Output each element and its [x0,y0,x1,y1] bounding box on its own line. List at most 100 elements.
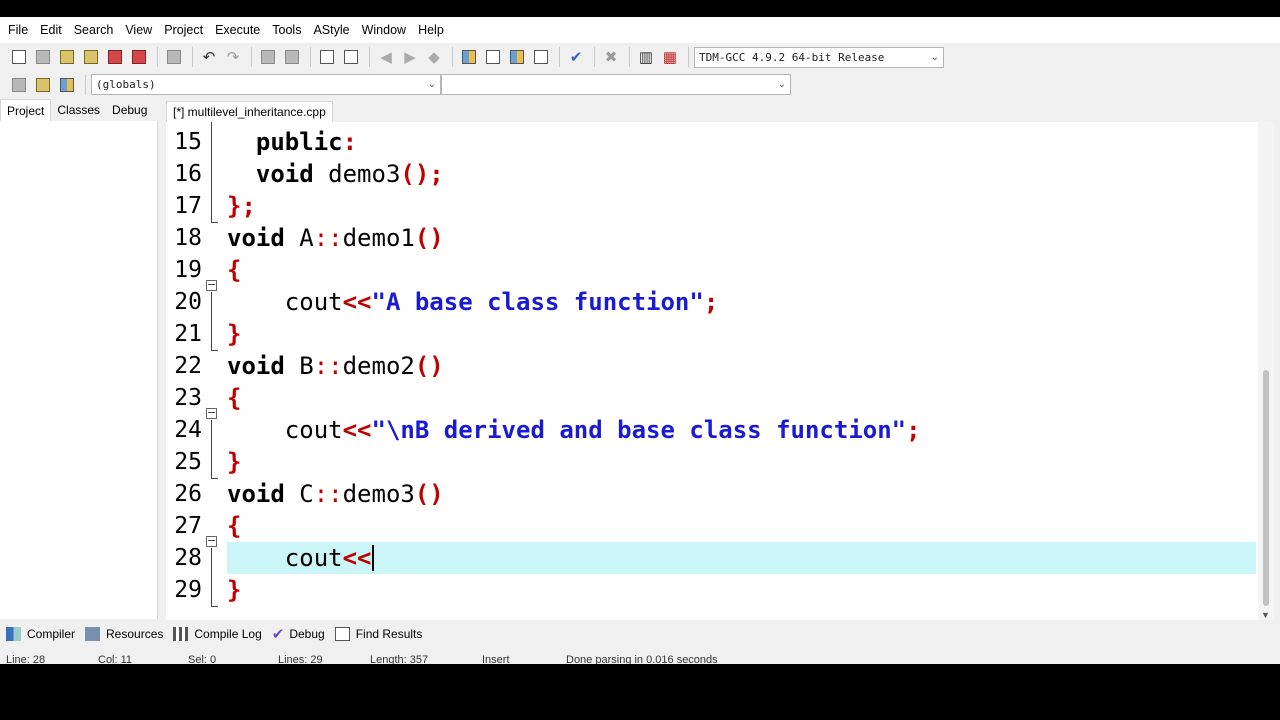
fold-line [211,420,212,478]
ide-window: File Edit Search View Project Execute To… [0,17,1280,664]
tab-classes[interactable]: Classes [51,99,106,121]
status-lines: Lines: 29 [278,655,323,664]
symbol: :: [313,480,343,508]
chevron-down-icon: ⌄ [427,79,436,90]
symbol: << [342,288,372,316]
menu-edit[interactable]: Edit [34,17,68,43]
keyword: public [255,128,343,156]
fold-collapse-icon[interactable]: − [206,535,217,547]
find-icon[interactable] [257,46,279,68]
chart-icon[interactable]: ▥ [635,46,657,68]
bar-chart-icon [173,627,189,641]
menu-file[interactable]: File [2,17,34,43]
unindent-icon[interactable] [340,46,362,68]
globals-select[interactable]: (globals) ⌄ [91,74,441,95]
undo-icon[interactable]: ↶ [198,46,220,68]
project-tree[interactable] [0,121,158,619]
menu-view[interactable]: View [119,17,158,43]
compiler-select[interactable]: TDM-GCC 4.9.2 64-bit Release ⌄ [694,46,944,68]
rebuild-icon[interactable] [530,46,552,68]
menu-search[interactable]: Search [68,17,120,43]
symbol: { [227,384,242,412]
bookmark-icon[interactable]: ◆ [423,46,445,68]
tab-resources[interactable]: Resources [85,627,163,641]
fold-margin: − − − [206,122,224,620]
code-editor[interactable]: 15 16 17 18 19 20 21 22 23 24 25 26 27 2… [166,122,1274,620]
insert-icon[interactable] [8,74,30,96]
compile-icon[interactable] [458,46,480,68]
fold-end-marker [211,606,218,607]
status-bar: Line: 28 Col: 11 Sel: 0 Lines: 29 Length… [0,655,1280,664]
check-icon[interactable]: ✔ [565,46,587,68]
menu-execute[interactable]: Execute [209,17,266,43]
string-literal: "A base class function" [371,288,704,316]
tab-debug-output[interactable]: ✔ Debug [272,627,325,642]
toolbar-separator [559,47,560,67]
line-number: 21 [174,321,202,347]
current-code-line[interactable]: cout<< [227,542,1256,574]
menu-tools[interactable]: Tools [266,17,307,43]
chevron-down-icon: ⌄ [777,79,786,90]
run-icon[interactable] [482,46,504,68]
scrollbar-thumb[interactable] [1263,370,1269,606]
class-toolbar: (globals) ⌄ ⌄ [0,71,1280,98]
indent-icon[interactable] [316,46,338,68]
tab-project[interactable]: Project [0,99,52,121]
line-number: 23 [174,385,202,411]
identifier: demo3 [313,160,401,188]
fold-collapse-icon[interactable]: − [206,279,217,291]
line-number-gutter: 15 16 17 18 19 20 21 22 23 24 25 26 27 2… [166,122,206,620]
symbol: ; [241,192,256,220]
menu-help[interactable]: Help [412,17,450,43]
tab-compile-log[interactable]: Compile Log [173,627,262,641]
goto-icon[interactable] [32,74,54,96]
menu-project[interactable]: Project [158,17,209,43]
code-line: cout<<"A base class function"; [227,286,1256,318]
save-all-icon[interactable] [80,46,102,68]
stop-icon[interactable]: ✖ [600,46,622,68]
close-all-icon[interactable] [128,46,150,68]
redo-icon[interactable]: ↷ [222,46,244,68]
fold-end-marker [211,222,218,223]
symbol-select[interactable]: ⌄ [441,74,791,95]
line-number: 17 [174,193,202,219]
status-message: Done parsing in 0.016 seconds [566,655,718,664]
open-file-icon[interactable] [32,46,54,68]
symbol: } [227,576,242,604]
print-icon[interactable] [163,46,185,68]
forward-icon[interactable]: ▶ [399,46,421,68]
toolbar-separator [629,47,630,67]
code-line: public: [227,126,1256,158]
symbol: (); [400,160,444,188]
fold-collapse-icon[interactable]: − [206,407,217,419]
code-line: } [227,446,1256,478]
code-line: void A::demo1() [227,222,1256,254]
code-area[interactable]: public: void demo3(); }; void A::demo1()… [227,126,1256,606]
fold-end-marker [211,478,218,479]
fold-line [211,292,212,350]
string-literal: "\nB derived and base class function" [371,416,907,444]
scroll-down-icon[interactable]: ▼ [1261,610,1270,620]
new-file-icon[interactable] [8,46,30,68]
tab-compiler[interactable]: Compiler [6,627,75,641]
back-icon[interactable]: ◀ [375,46,397,68]
tab-find-results[interactable]: Find Results [334,627,422,641]
resources-icon [85,627,101,641]
compiler-select-value: TDM-GCC 4.9.2 64-bit Release [699,50,885,64]
line-number: 22 [174,353,202,379]
menu-window[interactable]: Window [356,17,412,43]
vertical-scrollbar[interactable]: ▼ [1258,122,1274,620]
save-icon[interactable] [56,46,78,68]
close-file-icon[interactable] [104,46,126,68]
main-toolbar: ↶ ↷ ◀ ▶ ◆ ✔ ✖ ▥ ▦ TDM-GCC 4.9.2 64-bit R… [0,43,1280,71]
compile-run-icon[interactable] [506,46,528,68]
line-number: 25 [174,449,202,475]
profile-icon[interactable]: ▦ [659,46,681,68]
tab-debug[interactable]: Debug [106,99,153,121]
toggle-icon[interactable] [56,74,78,96]
editor-file-tab[interactable]: [*] multilevel_inheritance.cpp [166,101,333,122]
identifier: cout [284,416,343,444]
replace-icon[interactable] [281,46,303,68]
menu-astyle[interactable]: AStyle [307,17,355,43]
line-number: 19 [174,257,202,283]
